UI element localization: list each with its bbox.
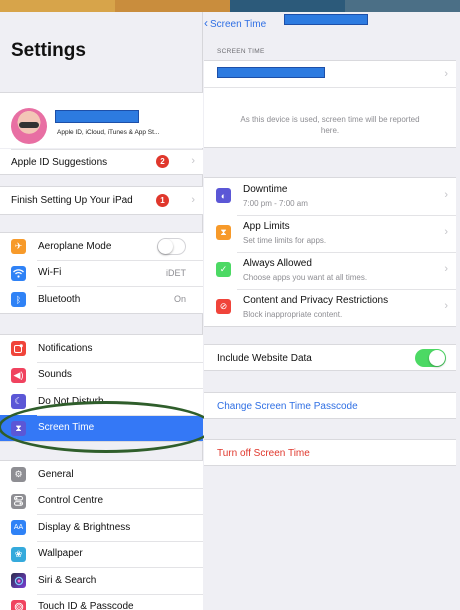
chevron-right-icon: › (191, 194, 195, 207)
option-subtitle: Choose apps you want at all times. (243, 273, 368, 282)
include-website-data-row: Include Website Data (204, 344, 456, 371)
include-website-data-toggle[interactable] (415, 349, 446, 367)
setup-badge: 1 (156, 193, 169, 207)
back-button[interactable]: ‹ Screen Time (204, 16, 266, 30)
wallpaper-segment (0, 0, 115, 12)
finish-setup-row[interactable]: Finish Setting Up Your iPad 1 › (0, 187, 203, 214)
bluetooth-icon: ᛒ (11, 292, 26, 307)
option-subtitle: Set time limits for apps. (243, 236, 327, 245)
apple-id-subtitle: Apple ID, iCloud, iTunes & App St... (57, 129, 160, 136)
finish-setup-group: Finish Setting Up Your iPad 1 › (0, 186, 203, 215)
chevron-right-icon: › (444, 226, 448, 238)
wallpaper-strip (0, 0, 460, 12)
option-content-privacy[interactable]: ⊘ Content and Privacy Restrictions Block… (204, 289, 456, 326)
option-title: Downtime (243, 184, 288, 195)
sidebar-item-label: Siri & Search (38, 574, 97, 586)
page-title: Settings (11, 40, 86, 61)
chevron-right-icon: › (444, 68, 448, 80)
device-usage-note: As this device is used, screen time will… (204, 87, 456, 147)
sidebar-item-label: Display & Brightness (38, 521, 131, 533)
sidebar-item-label: Touch ID & Passcode (38, 601, 134, 610)
chevron-left-icon: ‹ (204, 16, 208, 30)
include-website-data-label: Include Website Data (217, 353, 312, 364)
annotation-circle (0, 401, 214, 453)
suggestions-badge: 2 (156, 155, 169, 168)
screen-time-detail: ‹ Screen Time SCREEN TIME › As this devic… (204, 12, 460, 610)
downtime-icon: ◐ (216, 188, 231, 203)
sidebar-item-siri-search[interactable]: Siri & Search (0, 567, 203, 594)
sidebar-item-wifi[interactable]: Wi-Fi iDET (0, 259, 203, 287)
notifications-icon (11, 341, 26, 356)
change-passcode-row[interactable]: Change Screen Time Passcode (204, 392, 456, 419)
option-app-limits[interactable]: ⧗ App Limits Set time limits for apps. › (204, 215, 456, 252)
wifi-network-value: iDET (166, 267, 186, 278)
wallpaper-segment (115, 0, 230, 12)
sidebar-item-wallpaper[interactable]: ❀ Wallpaper (0, 540, 203, 568)
wallpaper-segment (345, 0, 460, 12)
apple-id-profile[interactable]: Apple ID, iCloud, iTunes & App St... (0, 92, 203, 148)
option-always-allowed[interactable]: ✓ Always Allowed Choose apps you want at… (204, 252, 456, 289)
option-title: Always Allowed (243, 258, 312, 269)
sidebar-item-label: Sounds (38, 369, 72, 381)
change-passcode-link[interactable]: Change Screen Time Passcode (217, 401, 358, 412)
bluetooth-value: On (173, 294, 186, 305)
screen-time-options: ◐ Downtime 7:00 pm - 7:00 am › ⧗ App Lim… (204, 177, 456, 327)
fingerprint-icon (11, 599, 26, 610)
airplane-icon: ✈ (11, 239, 26, 254)
chevron-right-icon: › (444, 189, 448, 201)
connectivity-group: ✈ Aeroplane Mode Wi-Fi iDET ᛒ Bluetooth … (0, 232, 203, 314)
sidebar-item-label: Notifications (38, 342, 93, 354)
wifi-icon (11, 265, 26, 281)
settings-sidebar: Settings Apple ID, iCloud, iTunes & App … (0, 12, 214, 610)
sidebar-item-aeroplane-mode[interactable]: ✈ Aeroplane Mode (0, 233, 203, 260)
device-group: › As this device is used, screen time wi… (204, 60, 456, 148)
siri-icon (11, 573, 26, 588)
sidebar-item-label: General (38, 468, 74, 480)
gear-icon: ⚙ (11, 467, 26, 482)
sounds-icon: ◀) (11, 367, 26, 383)
sidebar-item-general[interactable]: ⚙ General (0, 461, 203, 488)
option-downtime[interactable]: ◐ Downtime 7:00 pm - 7:00 am › (204, 178, 456, 215)
sidebar-item-label: Bluetooth (38, 293, 81, 305)
sidebar-item-notifications[interactable]: Notifications (0, 335, 203, 362)
sidebar-item-display-brightness[interactable]: AA Display & Brightness (0, 514, 203, 541)
sidebar-item-bluetooth[interactable]: ᛒ Bluetooth On (0, 286, 203, 313)
sidebar-item-label: Control Centre (38, 495, 104, 507)
redacted-nav-title (284, 14, 368, 25)
checkmark-icon: ✓ (216, 262, 231, 277)
sidebar-item-touch-id[interactable]: Touch ID & Passcode (0, 593, 203, 610)
hourglass-icon: ⧗ (216, 225, 231, 240)
sidebar-item-label: Wallpaper (38, 548, 83, 560)
sidebar-item-sounds[interactable]: ◀) Sounds (0, 361, 203, 389)
chevron-right-icon: › (444, 263, 448, 275)
wallpaper-icon: ❀ (11, 546, 26, 562)
finish-setup-label: Finish Setting Up Your iPad (11, 194, 133, 206)
sidebar-item-label: Wi-Fi (38, 267, 62, 279)
aeroplane-mode-toggle[interactable] (157, 237, 186, 255)
sidebar-item-label: Aeroplane Mode (38, 240, 112, 252)
control-centre-icon (11, 493, 26, 509)
redacted-device-name (217, 67, 325, 78)
restriction-icon: ⊘ (216, 299, 231, 314)
display-icon: AA (11, 520, 26, 535)
option-title: Content and Privacy Restrictions (243, 295, 389, 306)
wallpaper-segment (230, 0, 345, 12)
apple-id-suggestions[interactable]: Apple ID Suggestions 2 › (0, 149, 203, 175)
option-subtitle: Block inappropriate content. (243, 310, 343, 319)
chevron-right-icon: › (444, 300, 448, 312)
back-label: Screen Time (210, 19, 267, 30)
turn-off-row[interactable]: Turn off Screen Time (204, 439, 456, 466)
general-group: ⚙ General Control Centre AA Display & Br… (0, 460, 203, 610)
moon-icon: ☾ (11, 394, 26, 409)
apple-id-suggestions-label: Apple ID Suggestions (11, 157, 108, 168)
sidebar-item-control-centre[interactable]: Control Centre (0, 487, 203, 515)
turn-off-screen-time-button[interactable]: Turn off Screen Time (217, 448, 310, 459)
option-subtitle: 7:00 pm - 7:00 am (243, 199, 308, 208)
redacted-name (55, 110, 139, 123)
device-row[interactable]: › (204, 61, 456, 87)
chevron-right-icon: › (191, 155, 195, 167)
option-title: App Limits (243, 221, 290, 232)
section-header: SCREEN TIME (217, 48, 265, 55)
avatar (11, 108, 47, 144)
